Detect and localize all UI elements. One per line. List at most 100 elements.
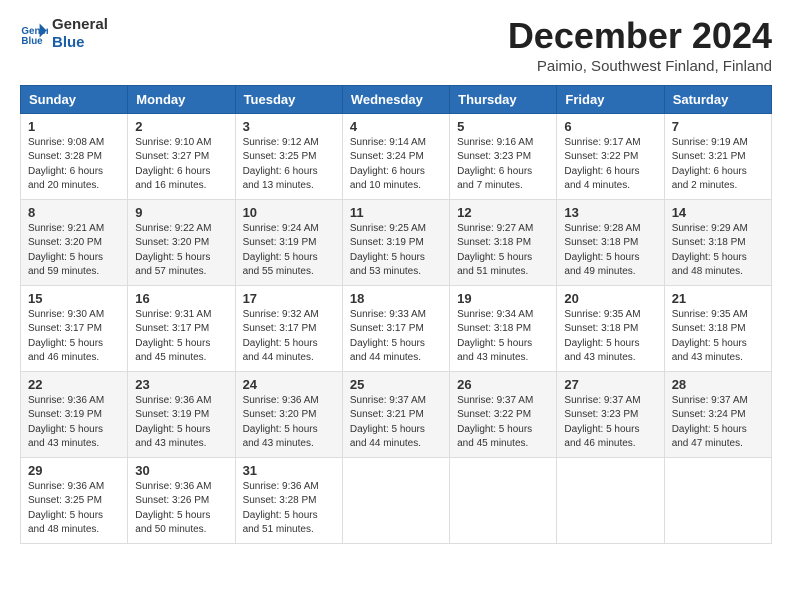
day-info: Sunrise: 9:37 AM Sunset: 3:21 PM Dayligh…	[350, 394, 442, 452]
day-number: 8	[28, 205, 120, 220]
day-info: Sunrise: 9:36 AM Sunset: 3:20 PM Dayligh…	[243, 394, 335, 452]
day-info: Sunrise: 9:36 AM Sunset: 3:19 PM Dayligh…	[28, 394, 120, 452]
day-info: Sunrise: 9:34 AM Sunset: 3:18 PM Dayligh…	[457, 308, 549, 366]
day-cell-30: 30 Sunrise: 9:36 AM Sunset: 3:26 PM Dayl…	[128, 457, 235, 543]
day-info: Sunrise: 9:24 AM Sunset: 3:19 PM Dayligh…	[243, 222, 335, 280]
calendar-table: SundayMondayTuesdayWednesdayThursdayFrid…	[20, 85, 772, 544]
day-number: 18	[350, 291, 442, 306]
day-info: Sunrise: 9:30 AM Sunset: 3:17 PM Dayligh…	[28, 308, 120, 366]
day-info: Sunrise: 9:10 AM Sunset: 3:27 PM Dayligh…	[135, 136, 227, 194]
weekday-header-wednesday: Wednesday	[342, 85, 449, 113]
day-info: Sunrise: 9:35 AM Sunset: 3:18 PM Dayligh…	[564, 308, 656, 366]
day-number: 24	[243, 377, 335, 392]
day-cell-24: 24 Sunrise: 9:36 AM Sunset: 3:20 PM Dayl…	[235, 371, 342, 457]
day-number: 2	[135, 119, 227, 134]
day-cell-31: 31 Sunrise: 9:36 AM Sunset: 3:28 PM Dayl…	[235, 457, 342, 543]
day-info: Sunrise: 9:29 AM Sunset: 3:18 PM Dayligh…	[672, 222, 764, 280]
weekday-header-monday: Monday	[128, 85, 235, 113]
day-cell-22: 22 Sunrise: 9:36 AM Sunset: 3:19 PM Dayl…	[21, 371, 128, 457]
day-info: Sunrise: 9:36 AM Sunset: 3:25 PM Dayligh…	[28, 480, 120, 538]
day-cell-26: 26 Sunrise: 9:37 AM Sunset: 3:22 PM Dayl…	[450, 371, 557, 457]
header: General Blue GeneralBlue December 2024 P…	[20, 16, 772, 75]
empty-cell	[664, 457, 771, 543]
day-number: 9	[135, 205, 227, 220]
day-number: 7	[672, 119, 764, 134]
day-cell-25: 25 Sunrise: 9:37 AM Sunset: 3:21 PM Dayl…	[342, 371, 449, 457]
week-row-3: 15 Sunrise: 9:30 AM Sunset: 3:17 PM Dayl…	[21, 285, 772, 371]
day-number: 5	[457, 119, 549, 134]
weekday-header-saturday: Saturday	[664, 85, 771, 113]
day-cell-23: 23 Sunrise: 9:36 AM Sunset: 3:19 PM Dayl…	[128, 371, 235, 457]
weekday-header-row: SundayMondayTuesdayWednesdayThursdayFrid…	[21, 85, 772, 113]
day-cell-6: 6 Sunrise: 9:17 AM Sunset: 3:22 PM Dayli…	[557, 113, 664, 199]
day-info: Sunrise: 9:28 AM Sunset: 3:18 PM Dayligh…	[564, 222, 656, 280]
day-number: 21	[672, 291, 764, 306]
day-info: Sunrise: 9:36 AM Sunset: 3:19 PM Dayligh…	[135, 394, 227, 452]
day-cell-5: 5 Sunrise: 9:16 AM Sunset: 3:23 PM Dayli…	[450, 113, 557, 199]
day-info: Sunrise: 9:12 AM Sunset: 3:25 PM Dayligh…	[243, 136, 335, 194]
day-info: Sunrise: 9:17 AM Sunset: 3:22 PM Dayligh…	[564, 136, 656, 194]
day-cell-1: 1 Sunrise: 9:08 AM Sunset: 3:28 PM Dayli…	[21, 113, 128, 199]
day-number: 26	[457, 377, 549, 392]
day-cell-7: 7 Sunrise: 9:19 AM Sunset: 3:21 PM Dayli…	[664, 113, 771, 199]
day-info: Sunrise: 9:21 AM Sunset: 3:20 PM Dayligh…	[28, 222, 120, 280]
day-info: Sunrise: 9:36 AM Sunset: 3:28 PM Dayligh…	[243, 480, 335, 538]
weekday-header-thursday: Thursday	[450, 85, 557, 113]
day-number: 16	[135, 291, 227, 306]
week-row-1: 1 Sunrise: 9:08 AM Sunset: 3:28 PM Dayli…	[21, 113, 772, 199]
day-number: 13	[564, 205, 656, 220]
day-number: 11	[350, 205, 442, 220]
weekday-header-friday: Friday	[557, 85, 664, 113]
day-number: 3	[243, 119, 335, 134]
day-info: Sunrise: 9:37 AM Sunset: 3:22 PM Dayligh…	[457, 394, 549, 452]
day-number: 19	[457, 291, 549, 306]
svg-text:Blue: Blue	[21, 36, 43, 47]
day-number: 12	[457, 205, 549, 220]
day-number: 31	[243, 463, 335, 478]
day-info: Sunrise: 9:35 AM Sunset: 3:18 PM Dayligh…	[672, 308, 764, 366]
day-cell-16: 16 Sunrise: 9:31 AM Sunset: 3:17 PM Dayl…	[128, 285, 235, 371]
day-number: 23	[135, 377, 227, 392]
logo-icon: General Blue	[20, 20, 48, 48]
day-number: 27	[564, 377, 656, 392]
logo-text: GeneralBlue	[52, 16, 108, 52]
day-number: 17	[243, 291, 335, 306]
weekday-header-sunday: Sunday	[21, 85, 128, 113]
day-cell-13: 13 Sunrise: 9:28 AM Sunset: 3:18 PM Dayl…	[557, 199, 664, 285]
week-row-5: 29 Sunrise: 9:36 AM Sunset: 3:25 PM Dayl…	[21, 457, 772, 543]
day-info: Sunrise: 9:32 AM Sunset: 3:17 PM Dayligh…	[243, 308, 335, 366]
subtitle: Paimio, Southwest Finland, Finland	[508, 58, 772, 75]
day-cell-3: 3 Sunrise: 9:12 AM Sunset: 3:25 PM Dayli…	[235, 113, 342, 199]
day-number: 4	[350, 119, 442, 134]
week-row-4: 22 Sunrise: 9:36 AM Sunset: 3:19 PM Dayl…	[21, 371, 772, 457]
day-number: 1	[28, 119, 120, 134]
logo: General Blue GeneralBlue	[20, 16, 108, 52]
main-title: December 2024	[508, 16, 772, 56]
day-cell-14: 14 Sunrise: 9:29 AM Sunset: 3:18 PM Dayl…	[664, 199, 771, 285]
day-number: 15	[28, 291, 120, 306]
day-cell-18: 18 Sunrise: 9:33 AM Sunset: 3:17 PM Dayl…	[342, 285, 449, 371]
day-info: Sunrise: 9:37 AM Sunset: 3:23 PM Dayligh…	[564, 394, 656, 452]
day-cell-8: 8 Sunrise: 9:21 AM Sunset: 3:20 PM Dayli…	[21, 199, 128, 285]
day-number: 28	[672, 377, 764, 392]
day-cell-27: 27 Sunrise: 9:37 AM Sunset: 3:23 PM Dayl…	[557, 371, 664, 457]
day-info: Sunrise: 9:16 AM Sunset: 3:23 PM Dayligh…	[457, 136, 549, 194]
day-info: Sunrise: 9:33 AM Sunset: 3:17 PM Dayligh…	[350, 308, 442, 366]
day-number: 29	[28, 463, 120, 478]
day-cell-9: 9 Sunrise: 9:22 AM Sunset: 3:20 PM Dayli…	[128, 199, 235, 285]
day-cell-12: 12 Sunrise: 9:27 AM Sunset: 3:18 PM Dayl…	[450, 199, 557, 285]
weekday-header-tuesday: Tuesday	[235, 85, 342, 113]
day-info: Sunrise: 9:37 AM Sunset: 3:24 PM Dayligh…	[672, 394, 764, 452]
day-number: 25	[350, 377, 442, 392]
day-info: Sunrise: 9:19 AM Sunset: 3:21 PM Dayligh…	[672, 136, 764, 194]
day-info: Sunrise: 9:22 AM Sunset: 3:20 PM Dayligh…	[135, 222, 227, 280]
day-cell-10: 10 Sunrise: 9:24 AM Sunset: 3:19 PM Dayl…	[235, 199, 342, 285]
day-cell-11: 11 Sunrise: 9:25 AM Sunset: 3:19 PM Dayl…	[342, 199, 449, 285]
day-info: Sunrise: 9:31 AM Sunset: 3:17 PM Dayligh…	[135, 308, 227, 366]
day-info: Sunrise: 9:14 AM Sunset: 3:24 PM Dayligh…	[350, 136, 442, 194]
week-row-2: 8 Sunrise: 9:21 AM Sunset: 3:20 PM Dayli…	[21, 199, 772, 285]
day-info: Sunrise: 9:36 AM Sunset: 3:26 PM Dayligh…	[135, 480, 227, 538]
day-number: 6	[564, 119, 656, 134]
day-cell-2: 2 Sunrise: 9:10 AM Sunset: 3:27 PM Dayli…	[128, 113, 235, 199]
day-cell-21: 21 Sunrise: 9:35 AM Sunset: 3:18 PM Dayl…	[664, 285, 771, 371]
